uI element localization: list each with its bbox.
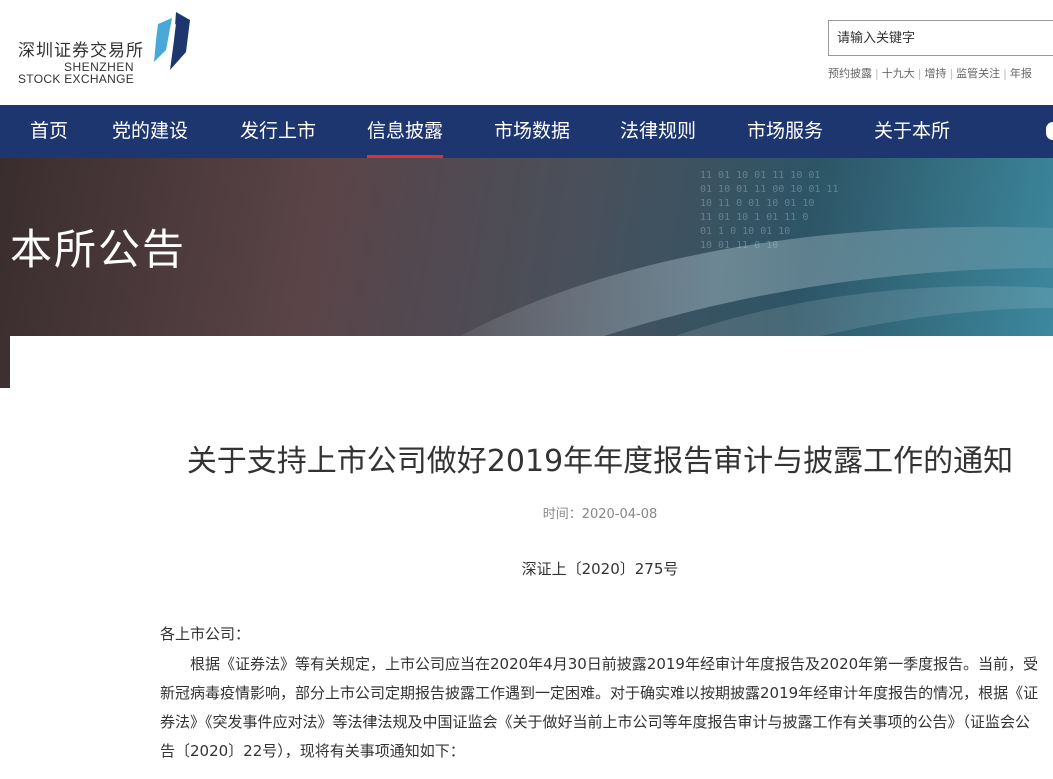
nav-item-home[interactable]: 首页	[30, 105, 68, 158]
svg-text:01 10 01 11 00 10 01 11: 01 10 01 11 00 10 01 11	[700, 184, 838, 195]
search-input[interactable]	[829, 21, 1053, 55]
search-field[interactable]	[828, 20, 1053, 56]
quick-link-regulatory-attention[interactable]: 监管关注	[956, 67, 1000, 80]
nav-item-market-data[interactable]: 市场数据	[494, 105, 570, 158]
szse-logo-icon[interactable]	[146, 10, 196, 72]
article-date: 时间：2020-04-08	[542, 507, 658, 522]
quick-link-annual-report[interactable]: 年报	[1010, 67, 1032, 80]
quick-link-19th-congress[interactable]: 十九大	[882, 67, 915, 80]
article-salutation: 各上市公司：	[160, 625, 251, 643]
nav-more-icon[interactable]	[1046, 122, 1053, 140]
svg-text:11 01 10 01 11 10 01: 11 01 10 01 11 10 01	[700, 170, 820, 181]
divider: |	[917, 67, 922, 80]
page-title: 本所公告	[10, 225, 187, 274]
logo-english-line-2: STOCK EXCHANGE	[18, 72, 135, 86]
nav-item-laws-rules[interactable]: 法律规则	[620, 105, 696, 158]
divider: |	[875, 67, 879, 80]
divider: |	[949, 67, 954, 80]
quick-link-shareholding-increase[interactable]: 增持	[924, 67, 946, 80]
nav-item-issuance-listing[interactable]: 发行上市	[240, 105, 316, 158]
nav-item-market-services[interactable]: 市场服务	[747, 105, 823, 158]
site-header: 深圳证券交易所 SHENZHEN STOCK EXCHANGE 预约披露|十九大…	[0, 0, 1053, 105]
article-paragraph: 根据《证券法》等有关规定，上市公司应当在2020年4月30日前披露2019年经审…	[160, 655, 1039, 760]
nav-item-information-disclosure[interactable]: 信息披露	[367, 105, 444, 158]
svg-text:10 11 0 01 10 01 10: 10 11 0 01 10 01 10	[700, 198, 814, 209]
main-nav: 首页 党的建设 发行上市 信息披露 市场数据 法律规则 市场服务 关于本所	[0, 105, 1053, 158]
logo-chinese-name[interactable]: 深圳证券交易所	[18, 36, 144, 61]
article-container: 关于支持上市公司做好2019年年度报告审计与披露工作的通知 时间：2020-04…	[10, 336, 1053, 779]
svg-text:10 01 11 0 10: 10 01 11 0 10	[700, 240, 778, 251]
nav-item-about[interactable]: 关于本所	[874, 105, 950, 158]
document-number: 深证上〔2020〕275号	[521, 560, 679, 578]
nav-item-party-building[interactable]: 党的建设	[112, 105, 188, 158]
svg-text:11 01 10 1 01 11 0: 11 01 10 1 01 11 0	[700, 212, 808, 223]
svg-text:01 1 0 10 01 10: 01 1 0 10 01 10	[700, 226, 790, 237]
quick-links: 预约披露 | 十九大 | 增持 | 监管关注 | 年报	[828, 65, 1032, 81]
article-title: 关于支持上市公司做好2019年年度报告审计与披露工作的通知	[186, 444, 1014, 479]
quick-link-earnings-preview[interactable]: 预约披露	[828, 67, 872, 80]
divider: |	[1003, 67, 1007, 80]
